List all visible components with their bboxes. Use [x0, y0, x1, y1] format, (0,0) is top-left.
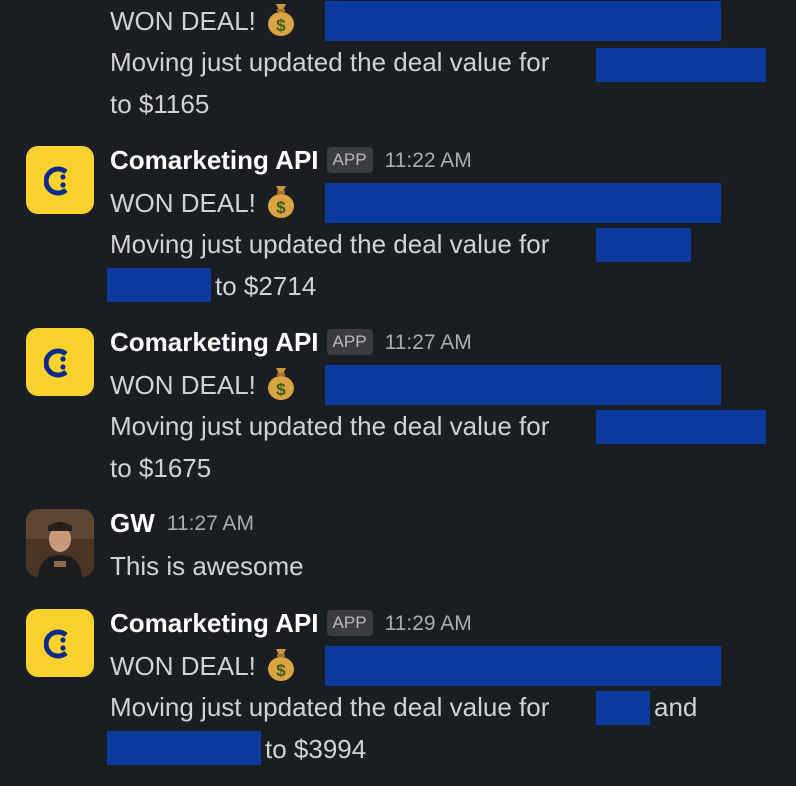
- amount-line: to $3994: [265, 729, 366, 769]
- svg-text:$: $: [276, 198, 286, 217]
- svg-text:$: $: [276, 16, 286, 35]
- update-line: Moving just updated the deal value for: [110, 224, 549, 264]
- redacted-block: [325, 365, 721, 405]
- update-text: Moving just updated the deal value for: [110, 411, 550, 441]
- redacted-block: [596, 691, 650, 725]
- message-item[interactable]: Comarketing API APP 11:27 AM WON DEAL! $ M…: [0, 322, 796, 487]
- update-line: Moving just updated the deal value for: [110, 687, 549, 727]
- svg-text:$: $: [276, 380, 286, 399]
- money-bag-icon: $: [266, 0, 296, 36]
- comarketing-logo-icon: [44, 348, 68, 378]
- message-header: Comarketing API APP 11:29 AM: [110, 603, 472, 644]
- app-avatar[interactable]: [26, 146, 94, 214]
- sender-name[interactable]: GW: [110, 508, 155, 538]
- update-line: Moving just updated the deal value for: [110, 406, 549, 446]
- deal-amount: to $2714: [215, 271, 317, 301]
- message-feed: WON DEAL! $ Moving just updated the deal…: [0, 0, 796, 786]
- message-header: Comarketing API APP 11:22 AM: [110, 140, 472, 181]
- deal-amount: to $1165: [110, 89, 210, 119]
- message-item[interactable]: GW 11:27 AM This is awesome: [0, 503, 796, 588]
- won-deal-text: WON DEAL!: [110, 370, 256, 400]
- won-deal-line: WON DEAL! $: [110, 645, 296, 686]
- deal-amount: to $1675: [110, 453, 212, 483]
- timestamp[interactable]: 11:27 AM: [167, 512, 254, 535]
- update-text: Moving just updated the deal value for: [110, 229, 550, 259]
- message-item[interactable]: WON DEAL! $ Moving just updated the deal…: [0, 0, 796, 125]
- app-badge: APP: [326, 610, 373, 636]
- update-text: Moving just updated the deal value for: [110, 692, 550, 722]
- sender-name[interactable]: Comarketing API: [110, 608, 319, 638]
- redacted-block: [596, 228, 691, 262]
- comarketing-logo-icon: [44, 629, 68, 659]
- redacted-block: [107, 731, 261, 765]
- svg-text:$: $: [276, 661, 286, 680]
- redacted-block: [325, 646, 721, 686]
- won-deal-line: WON DEAL! $: [110, 182, 296, 223]
- comarketing-logo-icon: [44, 166, 68, 196]
- redacted-block: [596, 410, 766, 444]
- message-text-line: This is awesome: [110, 546, 304, 586]
- user-photo-icon: [26, 509, 94, 577]
- deal-amount: to $3994: [265, 734, 367, 764]
- conjunction-text: and: [654, 692, 698, 722]
- timestamp[interactable]: 11:27 AM: [385, 331, 472, 354]
- amount-line: to $2714: [215, 266, 316, 306]
- timestamp[interactable]: 11:22 AM: [385, 149, 472, 172]
- won-deal-text: WON DEAL!: [110, 651, 256, 681]
- money-bag-icon: $: [266, 645, 296, 681]
- amount-line: to $1165: [110, 84, 209, 124]
- conjunction-line: and: [654, 687, 697, 727]
- app-avatar[interactable]: [26, 328, 94, 396]
- app-badge: APP: [326, 329, 373, 355]
- won-deal-text: WON DEAL!: [110, 188, 256, 218]
- message-header: GW 11:27 AM: [110, 503, 254, 544]
- won-deal-text: WON DEAL!: [110, 6, 256, 36]
- won-deal-line: WON DEAL! $: [110, 364, 296, 405]
- amount-line: to $1675: [110, 448, 211, 488]
- update-line: Moving just updated the deal value for: [110, 42, 549, 82]
- update-text: Moving just updated the deal value for: [110, 47, 550, 77]
- redacted-block: [596, 48, 766, 82]
- money-bag-icon: $: [266, 364, 296, 400]
- user-avatar[interactable]: [26, 509, 94, 577]
- money-bag-icon: $: [266, 182, 296, 218]
- message-item[interactable]: Comarketing API APP 11:29 AM WON DEAL! $ M…: [0, 603, 796, 773]
- message-text: This is awesome: [110, 551, 304, 581]
- timestamp[interactable]: 11:29 AM: [385, 612, 472, 635]
- redacted-block: [325, 183, 721, 223]
- message-item[interactable]: Comarketing API APP 11:22 AM WON DEAL! $ M…: [0, 140, 796, 305]
- sender-name[interactable]: Comarketing API: [110, 145, 319, 175]
- app-avatar[interactable]: [26, 609, 94, 677]
- sender-name[interactable]: Comarketing API: [110, 327, 319, 357]
- message-header: Comarketing API APP 11:27 AM: [110, 322, 472, 363]
- won-deal-line: WON DEAL! $: [110, 0, 296, 41]
- redacted-block: [325, 1, 721, 41]
- redacted-block: [107, 268, 211, 302]
- app-badge: APP: [326, 147, 373, 173]
